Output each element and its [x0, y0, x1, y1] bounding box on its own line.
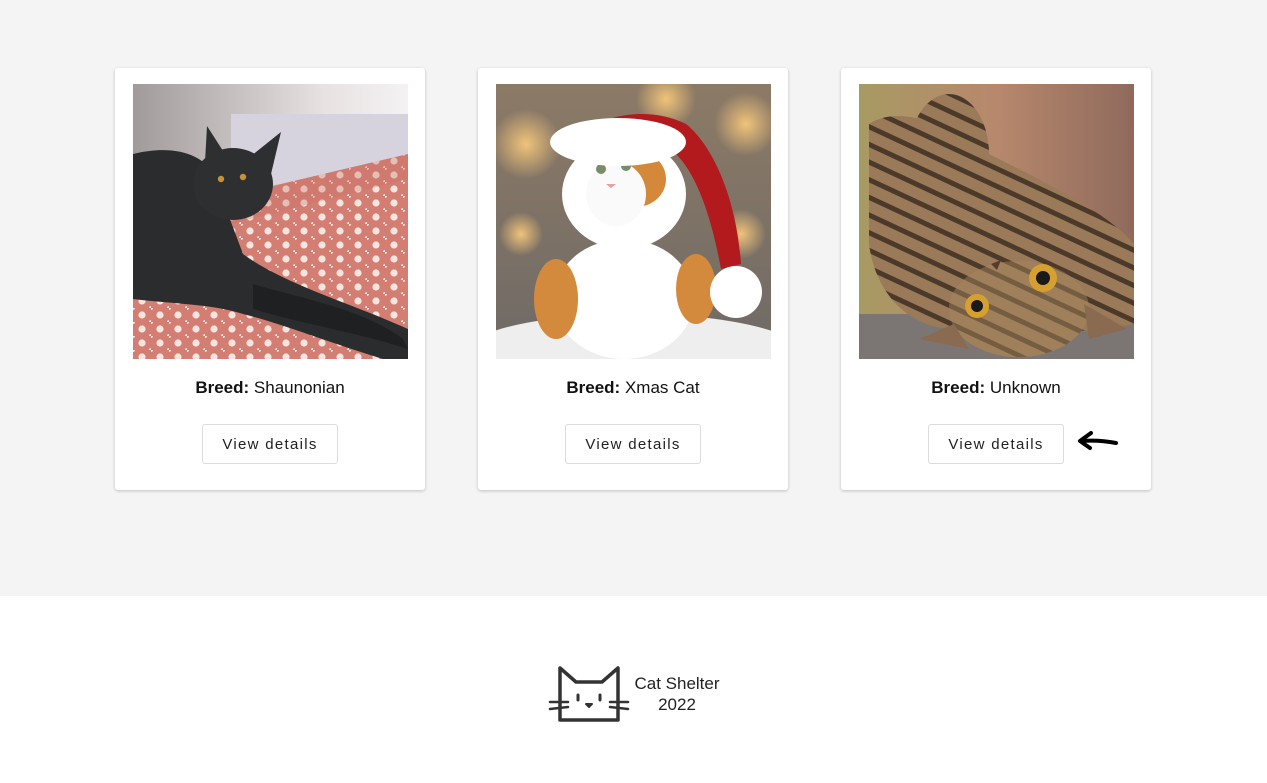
- breed-line: Breed: Unknown: [841, 378, 1151, 398]
- brand-name: Cat Shelter: [634, 674, 720, 693]
- cat-card: Breed: Shaunonian View details: [115, 68, 425, 490]
- view-details-button[interactable]: View details: [202, 424, 338, 464]
- cat-face-icon: [548, 666, 630, 722]
- breed-value: Shaunonian: [253, 378, 345, 397]
- breed-label: Breed:: [931, 378, 986, 397]
- cat-photo-xmas-cat: [496, 84, 771, 359]
- breed-line: Breed: Xmas Cat: [478, 378, 788, 398]
- copyright-year: 2022: [658, 695, 696, 714]
- cat-photo-tabby-cat: [859, 84, 1134, 359]
- cat-card: Breed: Xmas Cat View details: [478, 68, 788, 490]
- footer-brand: Cat Shelter 2022: [630, 673, 724, 715]
- footer: Cat Shelter 2022: [0, 596, 1267, 783]
- left-arrow-pointer-icon: [1078, 431, 1118, 450]
- breed-line: Breed: Shaunonian: [115, 378, 425, 398]
- view-details-button[interactable]: View details: [928, 424, 1064, 464]
- breed-value: Xmas Cat: [624, 378, 700, 397]
- breed-label: Breed:: [566, 378, 621, 397]
- cat-gallery: Breed: Shaunonian View details Breed: Xm…: [0, 0, 1267, 596]
- cat-card: Breed: Unknown View details: [841, 68, 1151, 490]
- cat-photo-black-cat: [133, 84, 408, 359]
- breed-value: Unknown: [989, 378, 1061, 397]
- view-details-button[interactable]: View details: [565, 424, 701, 464]
- breed-label: Breed:: [195, 378, 250, 397]
